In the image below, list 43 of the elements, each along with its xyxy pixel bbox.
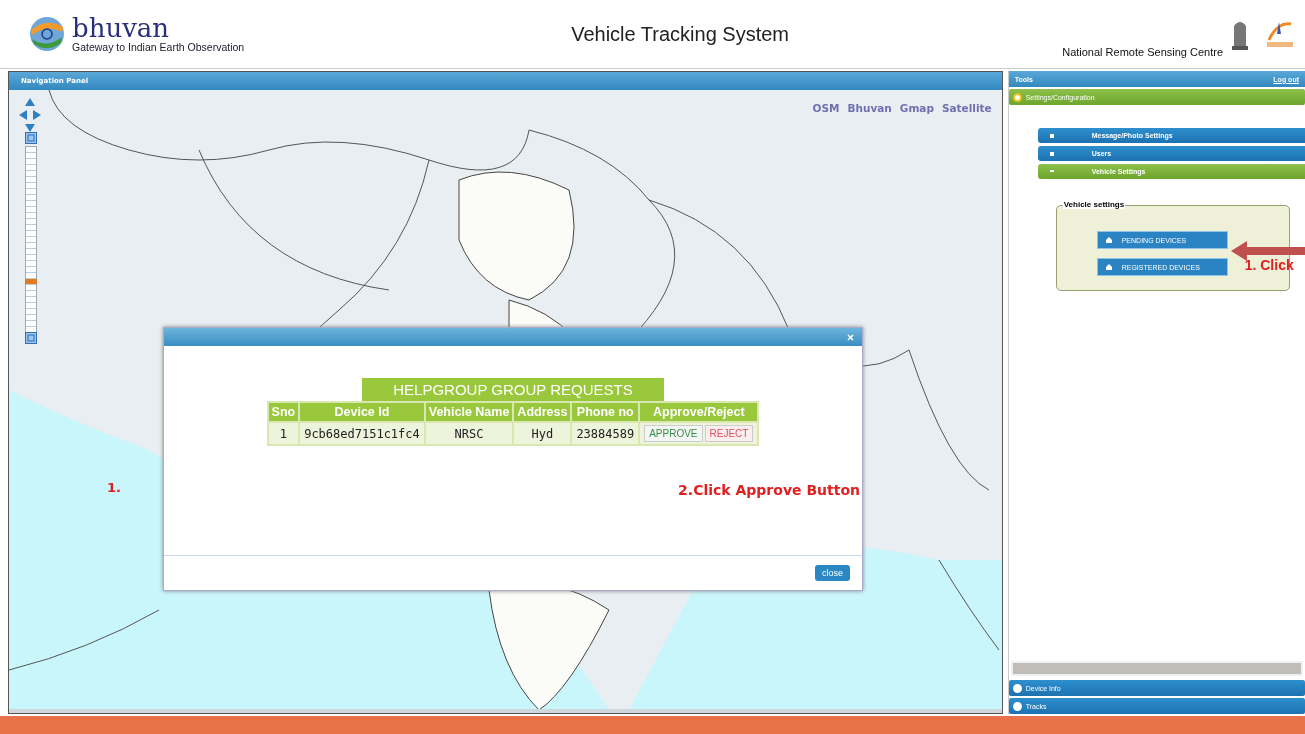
home-icon [1105,237,1112,243]
column-header: Device Id [300,403,424,421]
logo-title: bhuvan [72,15,171,41]
annotation-text: 2.Click Approve Button [678,482,860,498]
globe-logo-icon [28,15,66,53]
column-header: Approve/Reject [640,403,758,421]
plus-circle-icon [1012,701,1022,711]
column-header: Sno [268,403,299,421]
close-button[interactable]: close [815,565,850,581]
plus-circle-icon [1012,683,1022,693]
table-cell: 1 [268,423,299,444]
column-header: Phone no [572,403,639,421]
organization-name: National Remote Sensing Centre [1062,46,1223,58]
zoom-slider-thumb[interactable] [25,279,37,285]
map-layer-link[interactable]: Satellite [941,102,992,114]
table-title: HELPGROUP GROUP REQUESTS [362,378,664,401]
column-header: Vehicle Name [425,403,513,421]
zoom-slider[interactable] [25,146,37,334]
home-icon [1105,264,1112,270]
annotation-text: 1. Click [1244,257,1294,273]
expand-icon [1049,151,1054,156]
horizontal-scrollbar[interactable] [1010,661,1303,676]
table-cell: 23884589 [572,423,639,444]
approve-button[interactable]: APPROVE [644,425,703,442]
fieldset-legend: Vehicle settings [1062,200,1126,209]
table-cell: Hyd [514,423,571,444]
arrow-icon [1230,241,1305,261]
zoom-in-icon[interactable] [25,132,37,144]
reject-button[interactable]: REJECT [704,425,754,442]
annotation-text: 1. [107,480,121,495]
column-header: Address [514,403,571,421]
logo-subtitle: Gateway to Indian Earth Observation [72,41,245,53]
zoom-out-icon[interactable] [25,332,37,344]
app-title: Vehicle Tracking System [570,22,791,46]
map-layer-link[interactable]: OSM [812,102,840,114]
table-cell: 9cb68ed7151c1fc4 [300,423,424,444]
map-layer-link[interactable]: Bhuvan [847,102,892,114]
expand-icon [1049,133,1054,138]
table-cell: NRSC [425,423,513,444]
map-layer-link[interactable]: Gmap [899,102,934,114]
pan-control-icon [19,98,41,132]
close-icon[interactable] [847,333,854,341]
minus-circle-icon [1012,92,1022,102]
